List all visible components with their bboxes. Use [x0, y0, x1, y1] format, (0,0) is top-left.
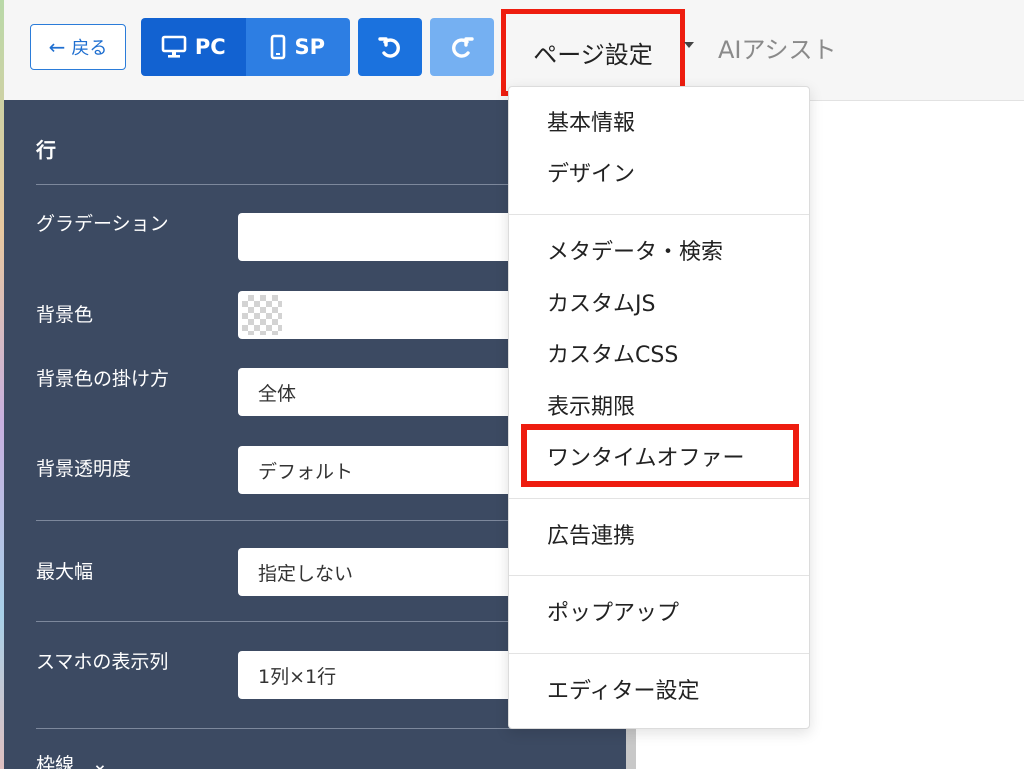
- menu-item-custom-css[interactable]: カスタムCSS: [547, 341, 678, 371]
- divider: [36, 728, 516, 729]
- smartphone-icon: [271, 34, 286, 60]
- redo-icon: [452, 37, 474, 58]
- ai-assist-button[interactable]: AIアシスト: [718, 30, 837, 65]
- menu-item-design[interactable]: デザイン: [547, 160, 635, 190]
- page-settings-menu-button[interactable]: ページ設定: [501, 9, 685, 96]
- menu-separator: [509, 653, 809, 654]
- undo-button[interactable]: [358, 18, 422, 76]
- menu-item-editor-settings[interactable]: エディター設定: [547, 677, 699, 707]
- redo-button[interactable]: [430, 18, 494, 76]
- bg-apply-select[interactable]: 全体: [238, 368, 528, 416]
- sp-view-button[interactable]: SP: [245, 18, 350, 76]
- divider: [36, 621, 516, 622]
- pc-view-button[interactable]: PC: [141, 18, 246, 76]
- pc-view-label: PC: [194, 35, 226, 59]
- menu-item-display-period[interactable]: 表示期限: [547, 393, 635, 423]
- device-toggle: PC SP: [141, 18, 350, 76]
- divider: [36, 520, 516, 521]
- border-label: 枠線: [36, 754, 75, 776]
- panel-title: 行: [36, 138, 56, 162]
- chevron-down-icon: ⌄: [92, 752, 108, 775]
- undo-icon: [378, 37, 400, 58]
- back-button[interactable]: ← 戻る: [30, 24, 126, 70]
- page-settings-dropdown: 基本情報 デザイン メタデータ・検索 カスタムJS カスタムCSS 表示期限 ワ…: [508, 86, 810, 729]
- menu-item-custom-js[interactable]: カスタムJS: [547, 290, 655, 320]
- desktop-icon: [161, 35, 187, 58]
- bg-opacity-label: 背景透明度: [36, 458, 132, 480]
- gradation-field[interactable]: [238, 213, 528, 261]
- sp-view-label: SP: [294, 35, 325, 59]
- menu-item-basic-info[interactable]: 基本情報: [547, 109, 635, 139]
- menu-separator: [509, 575, 809, 576]
- caret-down-icon: [684, 42, 694, 48]
- menu-separator: [509, 214, 809, 215]
- bg-apply-label: 背景色の掛け方: [36, 368, 170, 390]
- max-width-select[interactable]: 指定しない: [238, 548, 528, 596]
- border-section-toggle[interactable]: 枠線 ⌄: [36, 750, 108, 777]
- arrow-left-icon: ←: [48, 35, 66, 59]
- menu-separator: [509, 498, 809, 499]
- max-width-label: 最大幅: [36, 561, 94, 583]
- bg-color-field[interactable]: [238, 291, 528, 339]
- transparent-color-swatch[interactable]: [242, 295, 282, 335]
- bg-opacity-select[interactable]: デフォルト: [238, 446, 528, 494]
- divider: [36, 184, 516, 185]
- bg-color-label: 背景色: [36, 304, 94, 326]
- menu-item-popup[interactable]: ポップアップ: [547, 599, 679, 629]
- page-settings-label: ページ設定: [533, 41, 653, 69]
- highlight-box: [521, 424, 799, 487]
- gradation-label: グラデーション: [36, 213, 169, 235]
- sp-columns-select[interactable]: 1列×1行: [238, 651, 528, 699]
- menu-item-ad-integration[interactable]: 広告連携: [547, 522, 635, 552]
- menu-item-metadata-search[interactable]: メタデータ・検索: [547, 238, 723, 268]
- back-button-label: 戻る: [71, 38, 108, 59]
- sp-columns-label: スマホの表示列: [36, 651, 169, 673]
